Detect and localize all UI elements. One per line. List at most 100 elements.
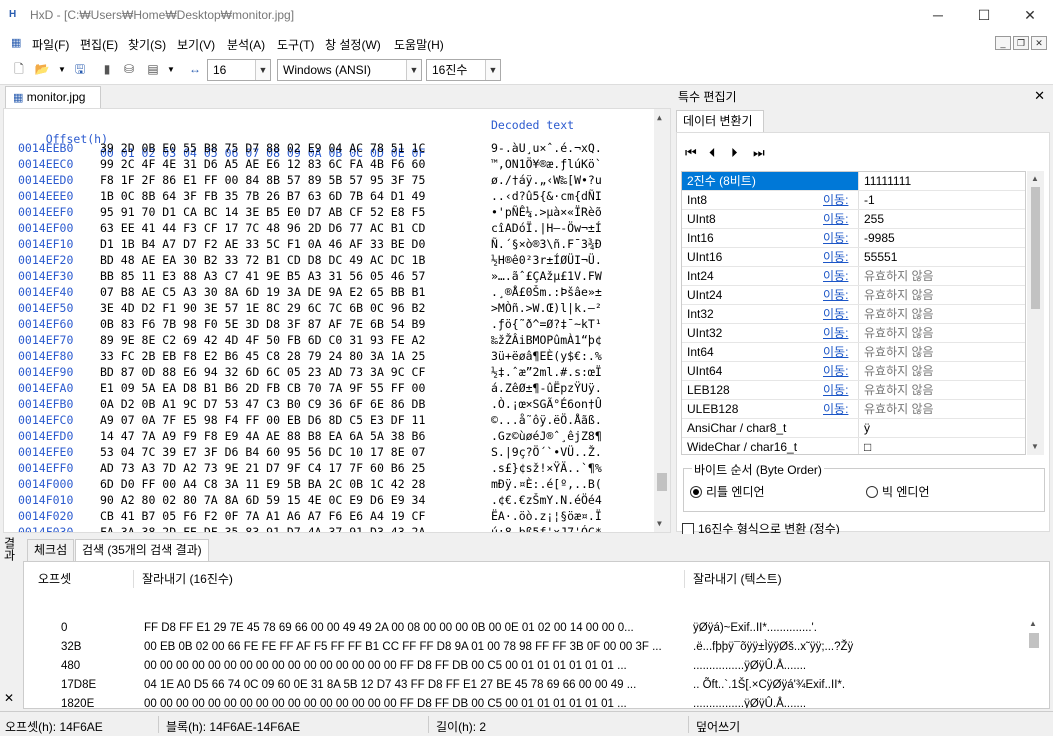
row-bytes[interactable]: 99 2C 4F 4E 31 D6 A5 AE E6 12 83 6C FA 4… <box>100 156 425 172</box>
row-decoded-text[interactable]: ©...å˜ôÿ.ëÖ.Åãß. <box>491 412 602 428</box>
inspector-value[interactable]: ÿ <box>858 419 1025 437</box>
hex-row[interactable]: 0014EED0 F8 1F 2F 86 E1 FF 00 84 8B 57 89… <box>18 172 602 188</box>
inspector-value[interactable]: 255 <box>858 210 1025 228</box>
hex-row[interactable]: 0014EF60 0B 83 F6 7B 98 F0 5E 3D D8 3F 87… <box>18 316 602 332</box>
tab-data-inspector[interactable]: 데이터 변환기 <box>676 110 764 132</box>
hex-row[interactable]: 0014EF40 07 B8 AE C5 A3 30 8A 6D 19 3A DE… <box>18 284 602 300</box>
inspector-row[interactable]: UInt8 이동: 255 <box>682 210 1025 229</box>
row-bytes[interactable]: F8 1F 2F 86 E1 FF 00 84 8B 57 89 5B 57 9… <box>100 172 425 188</box>
menu-file[interactable]: 파일(F) <box>32 36 69 53</box>
hex-row[interactable]: 0014EF90 BD 87 0D 88 E6 94 32 6D 6C 05 23… <box>18 364 602 380</box>
tab-search-results[interactable]: 검색 (35개의 검색 결과) <box>75 539 209 561</box>
goto-link[interactable]: 이동: <box>823 324 848 342</box>
row-decoded-text[interactable]: »….ãˆ£ÇAžµ£1V.FW <box>491 268 602 284</box>
row-bytes[interactable]: 39 2D 0B E0 55 B8 75 D7 88 02 E9 04 AC 7… <box>100 140 425 156</box>
result-row[interactable]: 0 FF D8 FF E1 29 7E 45 78 69 66 00 00 49 … <box>24 619 1024 638</box>
scroll-up-icon[interactable]: ▲ <box>657 113 662 122</box>
col-hex[interactable]: 잘라내기 (16진수) <box>133 570 233 588</box>
hex-row[interactable]: 0014EF70 89 9E 8E C2 69 42 4D 4F 50 FB 6D… <box>18 332 602 348</box>
tab-monitor-jpg[interactable]: ▦ monitor.jpg <box>5 86 101 108</box>
menu-edit[interactable]: 편집(E) <box>80 36 118 53</box>
row-bytes[interactable]: 63 EE 41 44 F3 CF 17 7C 48 96 2D D6 77 A… <box>100 220 425 236</box>
close-icon[interactable]: ✕ <box>1034 88 1045 104</box>
hex-row[interactable]: 0014EEF0 95 91 70 D1 CA BC 14 3E B5 E0 D7… <box>18 204 602 220</box>
row-decoded-text[interactable]: ø./†áÿ.„‹W‰[W•?u <box>491 172 602 188</box>
hex-row[interactable]: 0014F010 90 A2 80 02 80 7A 8A 6D 59 15 4E… <box>18 492 602 508</box>
row-decoded-text[interactable]: cîADóÏ.|H–-Öw¬±Í <box>491 220 602 236</box>
row-bytes[interactable]: E1 09 5A EA D8 B1 B6 2D FB CB 70 7A 9F 5… <box>100 380 425 396</box>
ram-icon[interactable]: ▤ <box>145 61 161 78</box>
open-dropdown-icon[interactable]: ▼ <box>54 61 70 78</box>
inspector-scrollbar[interactable]: ▲ ▼ <box>1027 171 1044 455</box>
row-decoded-text[interactable]: .ƒö{˜ð^=Ø?‡¯~kT¹ <box>491 316 602 332</box>
hex-row[interactable]: 0014EF50 3E 4D D2 F1 90 3E 57 1E 8C 29 6C… <box>18 300 602 316</box>
offset-base-select[interactable]: 16진수 ▼ <box>426 59 501 81</box>
hex-row[interactable]: 0014EEC0 99 2C 4F 4E 31 D6 A5 AE E6 12 83… <box>18 156 602 172</box>
menu-view[interactable]: 보기(V) <box>177 36 215 53</box>
big-endian-radio[interactable]: 빅 엔디언 <box>866 483 930 500</box>
result-row[interactable]: 480 00 00 00 00 00 00 00 00 00 00 00 00 0… <box>24 657 1024 676</box>
bytes-per-row-select[interactable]: 16 ▼ <box>207 59 271 81</box>
goto-link[interactable]: 이동: <box>823 362 848 380</box>
row-bytes[interactable]: CB 41 B7 05 F6 F2 0F 7A A1 A6 A7 F6 E6 A… <box>100 508 425 524</box>
goto-link[interactable]: 이동: <box>823 191 848 209</box>
inspector-value[interactable]: 유효하지 않음 <box>858 267 1025 285</box>
inspector-row[interactable]: UInt64 이동: 유효하지 않음 <box>682 362 1025 381</box>
row-decoded-text[interactable]: Ñ.´§×ò®3\ñ.F¯3¾Ð <box>491 236 602 252</box>
next-icon[interactable]: ⏵ <box>731 145 738 161</box>
inspector-row[interactable]: ULEB128 이동: 유효하지 않음 <box>682 400 1025 419</box>
inspector-value[interactable]: -1 <box>858 191 1025 209</box>
inspector-value[interactable]: 유효하지 않음 <box>858 324 1025 342</box>
open-folder-icon[interactable]: 📂 <box>34 61 50 78</box>
hex-row[interactable]: 0014EFB0 0A D2 0B A1 9C D7 53 47 C3 B0 C9… <box>18 396 602 412</box>
disk-icon[interactable]: ⛁ <box>121 61 137 78</box>
row-decoded-text[interactable]: ú:8-þß5ƒ'×J7'ÓC* <box>491 524 602 532</box>
inspector-row[interactable]: UInt16 이동: 55551 <box>682 248 1025 267</box>
ram-dropdown-icon[interactable]: ▼ <box>163 61 179 78</box>
scroll-down-icon[interactable]: ▼ <box>657 519 662 528</box>
new-file-icon[interactable]: 🗋 <box>11 61 27 78</box>
goto-link[interactable]: 이동: <box>823 381 848 399</box>
inspector-row[interactable]: UInt24 이동: 유효하지 않음 <box>682 286 1025 305</box>
result-row[interactable]: 17D8E 04 1E A0 D5 66 74 0C 09 60 0E 31 8A… <box>24 676 1024 695</box>
row-bytes[interactable]: 33 FC 2B EB F8 E2 B6 45 C8 28 79 24 80 3… <box>100 348 425 364</box>
hex-row[interactable]: 0014EEB0 39 2D 0B E0 55 B8 75 D7 88 02 E9… <box>18 140 602 156</box>
result-row[interactable]: 32B 00 EB 0B 02 00 66 FE FE FF AF F5 FF F… <box>24 638 1024 657</box>
scroll-thumb[interactable] <box>1029 633 1039 648</box>
row-decoded-text[interactable]: 3ü+ëøâ¶EÈ(y$€:.% <box>491 348 602 364</box>
first-icon[interactable]: ⏮ <box>685 145 697 161</box>
row-bytes[interactable]: 95 91 70 D1 CA BC 14 3E B5 E0 D7 AB CF 5… <box>100 204 425 220</box>
inspector-row[interactable]: Int24 이동: 유효하지 않음 <box>682 267 1025 286</box>
inspector-value[interactable]: 11111111 <box>858 172 1025 190</box>
scroll-thumb[interactable] <box>1031 187 1040 309</box>
menu-search[interactable]: 찾기(S) <box>128 36 166 53</box>
col-text[interactable]: 잘라내기 (텍스트) <box>684 570 782 588</box>
inspector-row[interactable]: Int64 이동: 유효하지 않음 <box>682 343 1025 362</box>
row-decoded-text[interactable]: .¢€.€zŠmY.N.éÖé4 <box>491 492 602 508</box>
goto-link[interactable]: 이동: <box>823 305 848 323</box>
inspector-row[interactable]: Int32 이동: 유효하지 않음 <box>682 305 1025 324</box>
scroll-thumb[interactable] <box>657 473 667 491</box>
hex-row[interactable]: 0014EF30 BB 85 11 E3 88 A3 C7 41 9E B5 A3… <box>18 268 602 284</box>
tab-checksum[interactable]: 체크섬 <box>27 539 75 561</box>
row-decoded-text[interactable]: á.ZêØ±¶-ûËpzŸUÿ. <box>491 380 602 396</box>
hex-editor[interactable]: Offset(h) 00 01 02 03 04 05 06 07 08 09 … <box>3 108 671 533</box>
hex-row[interactable]: 0014EFF0 AD 73 A3 7D A2 73 9E 21 D7 9F C4… <box>18 460 602 476</box>
inspector-row[interactable]: Int16 이동: -9985 <box>682 229 1025 248</box>
mdi-close-icon[interactable]: ✕ <box>1031 36 1047 50</box>
hex-row[interactable]: 0014F000 6D D0 FF 00 A4 C8 3A 11 E9 5B BA… <box>18 476 602 492</box>
row-bytes[interactable]: 3E 4D D2 F1 90 3E 57 1E 8C 29 6C 7C 6B 0… <box>100 300 425 316</box>
row-decoded-text[interactable]: .s£}¢sž!×ŸÄ..`¶% <box>491 460 602 476</box>
inspector-row[interactable]: Int8 이동: -1 <box>682 191 1025 210</box>
row-decoded-text[interactable]: ½H®ê0²3r±ÍØÜI¬Ü. <box>491 252 602 268</box>
close-button[interactable]: ✕ <box>1007 0 1053 31</box>
menu-window[interactable]: 창 설정(W) <box>325 36 381 53</box>
memory-icon[interactable]: ▮ <box>99 61 115 78</box>
row-bytes[interactable]: A9 07 0A 7F E5 98 F4 FF 00 EB D6 8D C5 E… <box>100 412 425 428</box>
row-bytes[interactable]: 07 B8 AE C5 A3 30 8A 6D 19 3A DE 9A E2 6… <box>100 284 425 300</box>
row-bytes[interactable]: BD 48 AE EA 30 B2 33 72 B1 CD D8 DC 49 A… <box>100 252 425 268</box>
hex-row[interactable]: 0014EFA0 E1 09 5A EA D8 B1 B6 2D FB CB 70… <box>18 380 602 396</box>
row-decoded-text[interactable]: ½‡.ˆæ”2ml.#.s:œÏ <box>491 364 602 380</box>
row-bytes[interactable]: 14 47 7A A9 F9 F8 E9 4A AE 88 B8 EA 6A 5… <box>100 428 425 444</box>
scroll-up-icon[interactable]: ▲ <box>1031 174 1039 183</box>
